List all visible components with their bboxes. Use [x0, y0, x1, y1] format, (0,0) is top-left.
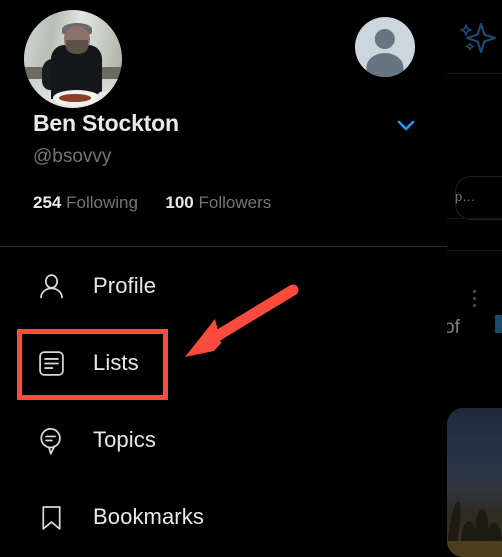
background-divider-top — [447, 73, 502, 74]
menu-item-label: Lists — [93, 350, 139, 375]
drawer-divider — [0, 246, 447, 247]
grok-sparkle-icon[interactable] — [455, 18, 499, 62]
menu-item-lists[interactable]: Lists — [0, 335, 447, 391]
app-screen: p... of Ben Stockton @bsovvy 254 Followi… — [0, 0, 502, 557]
followers-count[interactable]: 100 — [165, 193, 193, 212]
background-blue-marker — [495, 315, 502, 333]
menu-item-label: Profile — [93, 273, 157, 298]
background-divider-mid — [447, 218, 502, 219]
menu-item-profile[interactable]: Profile — [0, 258, 447, 314]
background-divider-lower — [447, 250, 502, 251]
three-dots-vertical-icon[interactable] — [473, 290, 477, 311]
profile-photo-avatar[interactable] — [24, 10, 122, 108]
account-stats: 254 Following 100 Followers — [33, 193, 271, 213]
navigation-drawer: Ben Stockton @bsovvy 254 Following 100 F… — [0, 0, 447, 557]
person-icon — [34, 269, 68, 303]
bookmark-icon — [34, 500, 68, 534]
background-card-text: p... — [455, 189, 476, 204]
drawer-menu: Profile Lists Topics Bookmarks — [0, 258, 447, 557]
list-document-icon — [34, 346, 68, 380]
account-display-name: Ben Stockton — [33, 110, 179, 136]
chevron-down-icon[interactable] — [393, 112, 419, 138]
followers-label[interactable]: Followers — [199, 193, 272, 212]
speech-balloon-lines-icon — [34, 423, 68, 457]
following-label[interactable]: Following — [66, 193, 138, 212]
menu-item-label: Topics — [93, 427, 156, 452]
menu-item-bookmarks[interactable]: Bookmarks — [0, 489, 447, 545]
menu-item-topics[interactable]: Topics — [0, 412, 447, 468]
account-handle: @bsovvy — [33, 146, 112, 167]
menu-item-label: Bookmarks — [93, 504, 204, 529]
following-count[interactable]: 254 — [33, 193, 61, 212]
default-person-avatar[interactable] — [355, 17, 415, 77]
dusk-landscape-photo[interactable] — [447, 408, 502, 557]
